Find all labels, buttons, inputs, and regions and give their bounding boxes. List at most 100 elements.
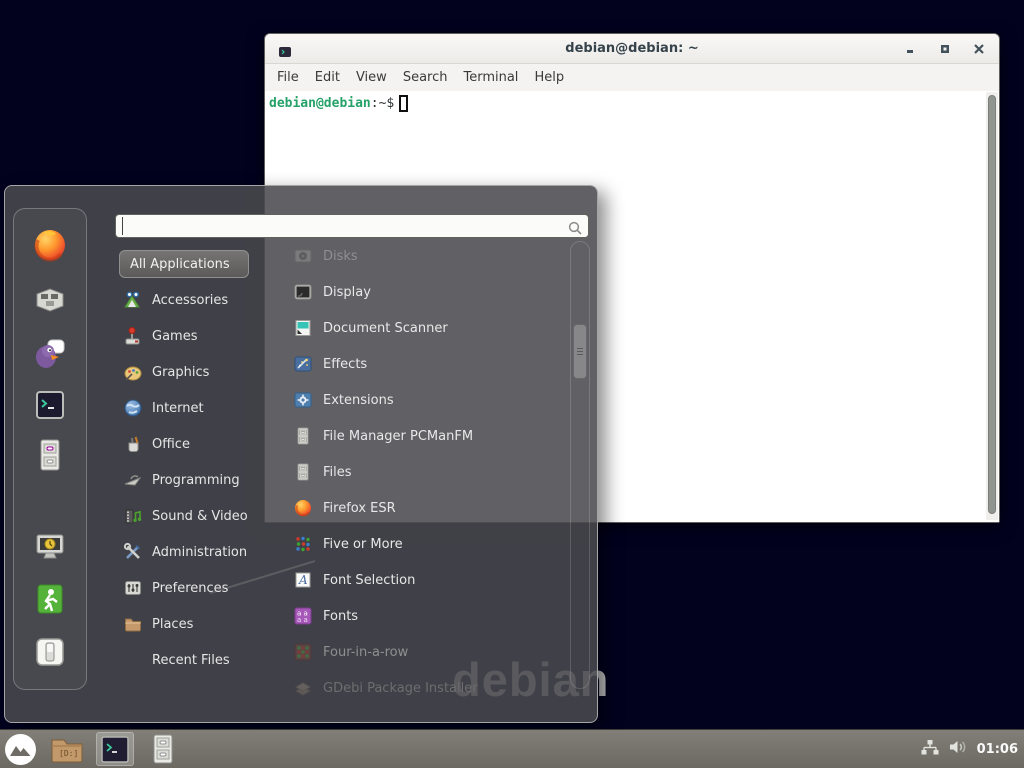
effects-icon xyxy=(294,355,312,373)
files-task-button[interactable] xyxy=(149,732,177,766)
five-or-more-icon xyxy=(294,535,312,553)
window-controls xyxy=(905,34,985,63)
graphics-icon xyxy=(123,362,143,382)
display-icon xyxy=(294,283,312,301)
app-five-or-more[interactable]: Five or More xyxy=(266,526,566,562)
favorites-panel xyxy=(13,208,87,690)
file-cabinet-icon xyxy=(151,734,175,764)
volume-icon[interactable] xyxy=(949,739,967,759)
app-disks[interactable]: Disks xyxy=(266,238,566,274)
terminal-icon xyxy=(33,388,67,422)
menu-scrollbar[interactable] xyxy=(570,241,590,689)
terminal-window-icon xyxy=(279,43,291,55)
menu-terminal[interactable]: Terminal xyxy=(455,70,526,85)
terminal-titlebar[interactable]: debian@debian: ~ xyxy=(265,34,999,64)
category-places[interactable]: Places xyxy=(113,606,269,642)
file-manager-button[interactable]: [D:] xyxy=(47,732,87,766)
taskbar-left: [D:] xyxy=(0,730,1024,768)
shell-prompt: debian@debian:~$ xyxy=(269,95,408,112)
favorite-terminal[interactable] xyxy=(32,387,68,423)
favorite-pidgin[interactable] xyxy=(32,335,68,371)
app-display[interactable]: Display xyxy=(266,274,566,310)
programming-icon xyxy=(123,470,143,490)
category-all-applications[interactable]: All Applications xyxy=(113,246,269,282)
administration-icon xyxy=(123,542,143,562)
category-accessories[interactable]: Accessories xyxy=(113,282,269,318)
file-cabinet-icon xyxy=(294,427,312,445)
app-document-scanner[interactable]: Document Scanner xyxy=(266,310,566,346)
category-programming[interactable]: Programming xyxy=(113,462,269,498)
window-title: debian@debian: ~ xyxy=(565,41,698,56)
app-four-in-a-row[interactable]: Four-in-a-row xyxy=(266,634,566,670)
terminal-scrollbar[interactable] xyxy=(986,92,998,520)
taskbar: [D:] 01:06 xyxy=(0,729,1024,768)
network-icon[interactable] xyxy=(921,739,939,760)
clock[interactable]: 01:06 xyxy=(977,742,1018,757)
places-icon xyxy=(123,614,143,634)
file-cabinet-icon xyxy=(294,463,312,481)
category-administration[interactable]: Administration xyxy=(113,534,269,570)
four-in-a-row-icon xyxy=(294,643,312,661)
app-fonts[interactable]: a aa a Fonts xyxy=(266,598,566,634)
svg-text:a a: a a xyxy=(297,616,308,624)
category-recent-files[interactable]: Recent Files xyxy=(113,642,269,678)
app-extensions[interactable]: Extensions xyxy=(266,382,566,418)
gdebi-icon xyxy=(294,679,312,697)
logout-icon xyxy=(33,582,67,616)
font-selection-icon: A xyxy=(294,571,312,589)
firefox-icon xyxy=(33,228,67,262)
category-graphics[interactable]: Graphics xyxy=(113,354,269,390)
app-files[interactable]: Files xyxy=(266,454,566,490)
close-button[interactable] xyxy=(973,43,985,55)
favorite-screensaver[interactable] xyxy=(32,529,68,565)
terminal-icon xyxy=(101,736,129,763)
terminal-task-button[interactable] xyxy=(96,732,134,766)
favorite-files[interactable] xyxy=(32,437,68,473)
category-list: All Applications Accessories Games Graph… xyxy=(113,246,269,678)
app-effects[interactable]: Effects xyxy=(266,346,566,382)
screensaver-icon xyxy=(33,530,67,564)
category-games[interactable]: Games xyxy=(113,318,269,354)
application-menu: All Applications Accessories Games Graph… xyxy=(4,185,598,723)
app-file-manager-pcmanfm[interactable]: File Manager PCManFM xyxy=(266,418,566,454)
svg-text:A: A xyxy=(298,573,308,587)
app-gdebi-package-installer[interactable]: GDebi Package Installer xyxy=(266,670,566,706)
preferences-icon xyxy=(123,578,143,598)
menu-edit[interactable]: Edit xyxy=(307,70,348,85)
category-internet[interactable]: Internet xyxy=(113,390,269,426)
menu-help[interactable]: Help xyxy=(526,70,572,85)
search-icon xyxy=(568,220,582,239)
sound-video-icon xyxy=(123,506,143,526)
search-input[interactable] xyxy=(122,217,562,235)
favorite-shutdown[interactable] xyxy=(32,634,68,670)
maximize-button[interactable] xyxy=(939,43,951,55)
svg-text:[D:]: [D:] xyxy=(59,749,78,758)
category-preferences[interactable]: Preferences xyxy=(113,570,269,606)
menu-search[interactable]: Search xyxy=(395,70,456,85)
terminal-menubar: File Edit View Search Terminal Help xyxy=(265,64,999,91)
fonts-icon: a aa a xyxy=(294,607,312,625)
pidgin-icon xyxy=(33,336,67,370)
menu-search-box xyxy=(115,214,589,238)
extensions-icon xyxy=(294,391,312,409)
favorite-firefox[interactable] xyxy=(32,227,68,263)
terminal-cursor xyxy=(399,95,408,112)
terminal-scrollbar-thumb[interactable] xyxy=(988,95,996,514)
category-office[interactable]: Office xyxy=(113,426,269,462)
software-icon xyxy=(33,282,67,316)
menu-button[interactable] xyxy=(3,732,38,766)
minimize-button[interactable] xyxy=(905,43,917,55)
document-scanner-icon xyxy=(294,319,312,337)
category-sound-video[interactable]: Sound & Video xyxy=(113,498,269,534)
menu-scrollbar-thumb[interactable] xyxy=(573,324,587,379)
menu-file[interactable]: File xyxy=(269,70,307,85)
shutdown-icon xyxy=(33,635,67,669)
menu-view[interactable]: View xyxy=(348,70,395,85)
firefox-icon xyxy=(294,499,312,517)
favorite-logout[interactable] xyxy=(32,581,68,617)
prompt-user-host: debian@debian xyxy=(269,96,371,111)
favorite-software[interactable] xyxy=(32,281,68,317)
app-firefox-esr[interactable]: Firefox ESR xyxy=(266,490,566,526)
menu-logo-icon xyxy=(5,734,36,765)
app-font-selection[interactable]: A Font Selection xyxy=(266,562,566,598)
